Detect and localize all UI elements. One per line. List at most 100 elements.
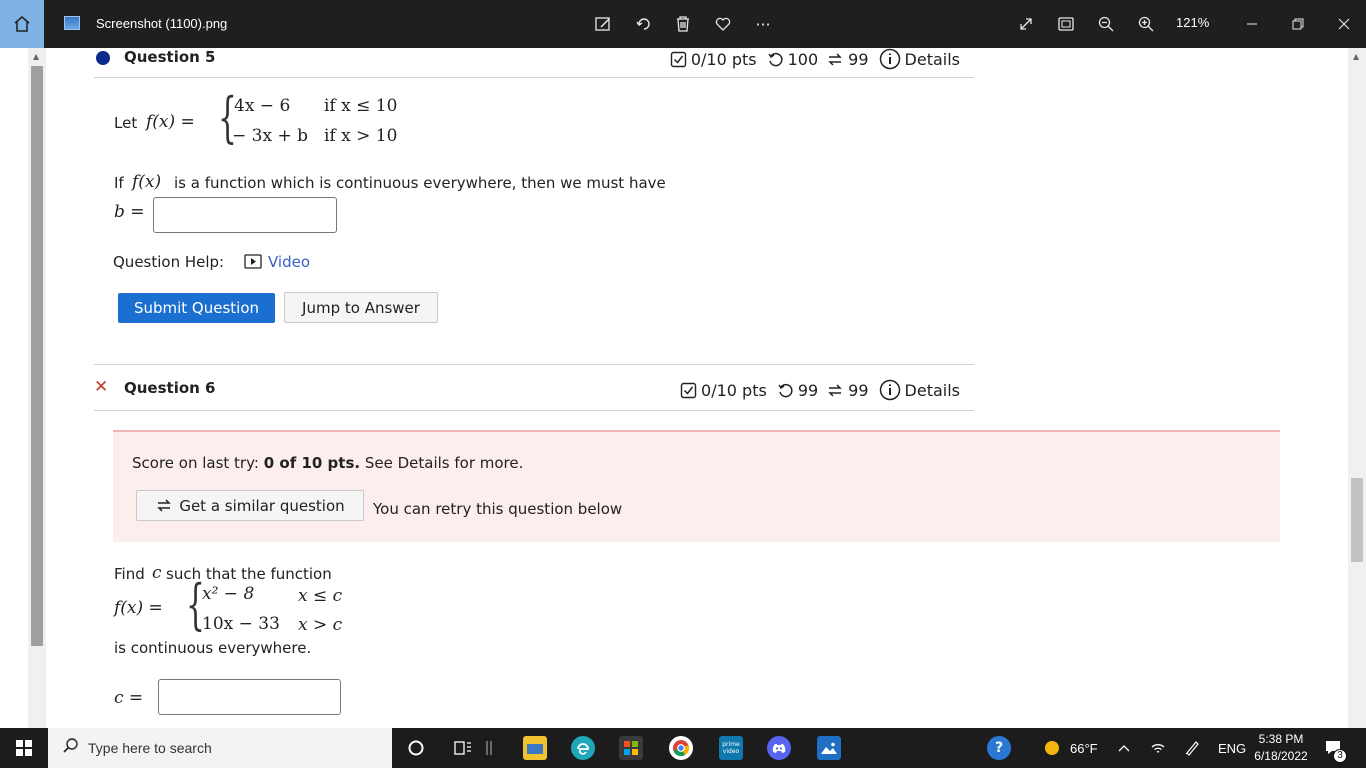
function-label: f(x) = bbox=[114, 598, 163, 618]
discord-icon[interactable] bbox=[767, 736, 791, 760]
question-5-similar-count: 99 bbox=[848, 49, 869, 69]
scrollbar-thumb[interactable] bbox=[31, 66, 43, 646]
question-6-details-link[interactable]: Details bbox=[905, 381, 960, 400]
help-question-icon[interactable]: ? bbox=[987, 736, 1011, 760]
question-help-label: Question Help: bbox=[113, 253, 225, 271]
question-5-title: Question 5 bbox=[124, 48, 216, 66]
microsoft-store-icon[interactable] bbox=[619, 736, 643, 760]
chrome-browser-icon[interactable] bbox=[669, 736, 693, 760]
score-prefix: Score on last try: bbox=[132, 454, 259, 472]
case-1-condition: if x ≤ 10 bbox=[324, 96, 398, 116]
clock-date: 6/18/2022 bbox=[1254, 749, 1308, 763]
zoom-in-icon[interactable] bbox=[1134, 12, 1158, 36]
clock-time: 5:38 PM bbox=[1258, 732, 1304, 746]
divider bbox=[94, 364, 974, 365]
incorrect-x-icon: ✕ bbox=[94, 377, 109, 397]
similar-question-icon bbox=[828, 52, 842, 66]
clock[interactable]: 5:38 PM 6/18/2022 bbox=[1248, 731, 1314, 765]
case-2-expression: 10x − 33 bbox=[202, 614, 280, 634]
checkbox-icon bbox=[670, 51, 687, 67]
weather-sun-icon[interactable] bbox=[1040, 736, 1064, 760]
scroll-up-arrow-icon[interactable]: ▲ bbox=[1353, 52, 1359, 61]
left-scrollbar[interactable]: ▲ bbox=[28, 48, 46, 728]
continuous-text: is continuous everywhere. bbox=[114, 639, 312, 657]
question-5-retries: 100 bbox=[787, 49, 819, 69]
edge-browser-icon[interactable] bbox=[571, 736, 595, 760]
windows-start-icon[interactable] bbox=[12, 736, 36, 760]
question-6-retries: 99 bbox=[797, 380, 819, 400]
score-alert: Score on last try: 0 of 10 pts. See Deta… bbox=[113, 430, 1280, 542]
submit-question-button[interactable]: Submit Question bbox=[118, 293, 275, 323]
let-text: Let bbox=[114, 114, 138, 132]
video-play-icon[interactable] bbox=[244, 254, 262, 269]
case-2-expression: − 3x + b bbox=[232, 126, 308, 146]
more-options-button[interactable]: ··· bbox=[751, 12, 775, 36]
prompt-text: is a function which is continuous everyw… bbox=[174, 174, 666, 192]
info-icon[interactable] bbox=[879, 48, 901, 70]
search-placeholder: Type here to search bbox=[88, 740, 212, 756]
retry-icon bbox=[768, 52, 783, 66]
case-1-expression: 4x − 6 bbox=[234, 96, 291, 116]
question-6-similar-count: 99 bbox=[848, 380, 869, 400]
retry-info-text: You can retry this question below bbox=[373, 500, 623, 518]
show-hidden-icons-chevron-icon[interactable] bbox=[1112, 736, 1136, 760]
expand-icon[interactable] bbox=[1014, 12, 1038, 36]
rotate-icon[interactable] bbox=[632, 12, 656, 36]
title-bar: Screenshot (1100).png ··· 121% bbox=[0, 0, 1366, 48]
find-variable: c bbox=[152, 563, 162, 583]
file-name: Screenshot (1100).png bbox=[96, 16, 228, 31]
case-2-condition: if x > 10 bbox=[324, 126, 398, 146]
favorite-heart-icon[interactable] bbox=[711, 12, 735, 36]
notification-count-badge: 3 bbox=[1333, 749, 1347, 763]
prime-video-icon[interactable]: prime video bbox=[719, 736, 743, 760]
case-1-expression: x² − 8 bbox=[202, 584, 255, 604]
question-6-meta: 0/10 pts 99 99 Details bbox=[680, 379, 960, 401]
language-indicator[interactable]: ENG bbox=[1218, 741, 1246, 756]
scrollbar-thumb[interactable] bbox=[1351, 478, 1363, 562]
close-icon[interactable] bbox=[1332, 12, 1356, 36]
home-button[interactable] bbox=[0, 0, 44, 48]
info-icon[interactable] bbox=[879, 379, 901, 401]
similar-question-icon bbox=[828, 383, 842, 397]
restore-icon[interactable] bbox=[1286, 12, 1310, 36]
minimize-icon[interactable] bbox=[1240, 12, 1264, 36]
get-similar-label: Get a similar question bbox=[179, 496, 345, 515]
taskbar-separator bbox=[484, 736, 494, 760]
temperature[interactable]: 66°F bbox=[1070, 741, 1098, 756]
search-icon bbox=[63, 738, 78, 753]
prompt-function: f(x) bbox=[132, 172, 162, 192]
edit-image-icon[interactable] bbox=[591, 12, 615, 36]
scroll-up-arrow-icon[interactable]: ▲ bbox=[33, 52, 39, 61]
video-help-link[interactable]: Video bbox=[268, 253, 310, 271]
photos-app-icon[interactable] bbox=[817, 736, 841, 760]
question-5-details-link[interactable]: Details bbox=[905, 50, 960, 69]
answer-b-input[interactable] bbox=[153, 197, 337, 233]
score-text: Score on last try: 0 of 10 pts. See Deta… bbox=[132, 454, 523, 472]
fit-to-window-icon[interactable] bbox=[1054, 12, 1078, 36]
get-similar-question-button[interactable]: Get a similar question bbox=[136, 490, 364, 521]
retry-icon bbox=[778, 383, 793, 397]
prompt-text-prefix: If bbox=[114, 174, 124, 192]
right-scrollbar[interactable]: ▲ bbox=[1348, 48, 1366, 728]
case-2-condition: x > c bbox=[298, 615, 343, 635]
task-view-icon[interactable] bbox=[451, 736, 475, 760]
divider bbox=[94, 77, 974, 78]
zoom-out-icon[interactable] bbox=[1094, 12, 1118, 36]
taskbar-search-box[interactable]: Type here to search bbox=[48, 728, 392, 768]
question-5-points: 0/10 pts bbox=[690, 49, 757, 69]
question-6-header: ✕ Question 6 0/10 pts 99 99 Details bbox=[94, 377, 972, 413]
image-file-icon bbox=[64, 16, 80, 30]
question-6-title: Question 6 bbox=[124, 379, 216, 397]
document-content: Question 5 0/10 pts 100 99 Details Let f… bbox=[46, 48, 1348, 728]
jump-to-answer-button[interactable]: Jump to Answer bbox=[284, 292, 438, 323]
divider bbox=[94, 410, 974, 411]
pen-icon[interactable] bbox=[1180, 736, 1204, 760]
delete-icon[interactable] bbox=[671, 12, 695, 36]
answer-c-input[interactable] bbox=[158, 679, 341, 715]
answer-c-label: c = bbox=[114, 688, 144, 708]
taskbar: Type here to search prime video ? 66°F E… bbox=[0, 728, 1366, 768]
cortana-icon[interactable] bbox=[404, 736, 428, 760]
file-explorer-icon[interactable] bbox=[523, 736, 547, 760]
wifi-icon[interactable] bbox=[1146, 736, 1170, 760]
function-label: f(x) = bbox=[146, 112, 195, 132]
